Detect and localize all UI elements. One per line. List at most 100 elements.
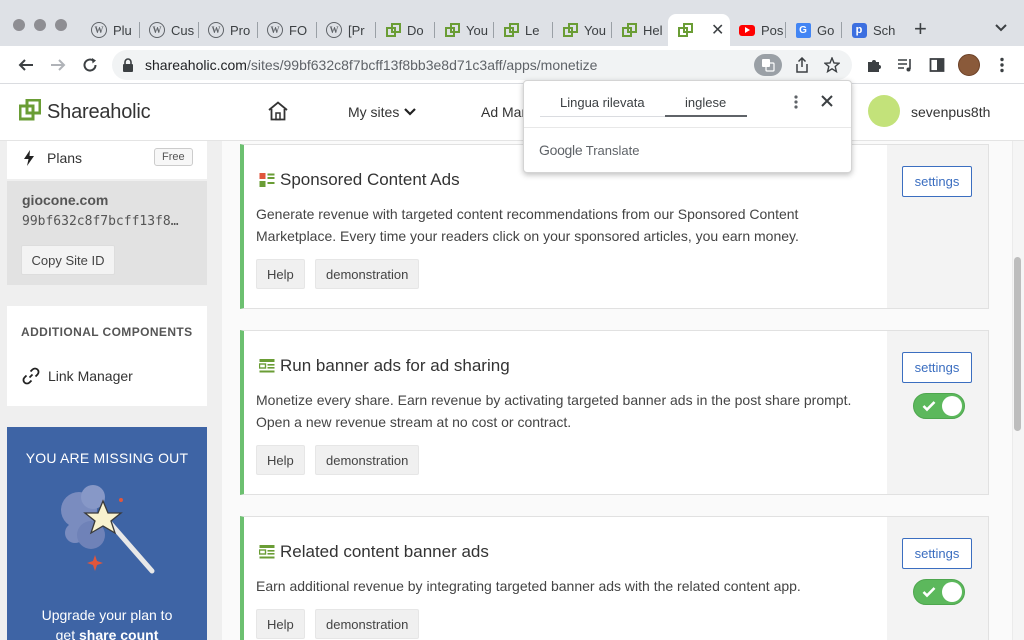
nav-ad-manager[interactable]: Ad Man <box>481 104 529 120</box>
browser-tab[interactable]: W [Pr <box>317 14 376 46</box>
wordpress-icon: W <box>267 22 283 38</box>
demonstration-button[interactable]: demonstration <box>315 259 420 289</box>
p-icon: p <box>851 22 867 38</box>
browser-toolbar: shareaholic.com/sites/99bf632c8f7bcff13f… <box>0 46 1024 84</box>
card-description: Generate revenue with targeted content r… <box>256 206 799 244</box>
bookmark-star-icon[interactable] <box>822 55 842 75</box>
close-icon[interactable] <box>821 94 833 112</box>
promo-heading: YOU ARE MISSING OUT <box>25 450 189 466</box>
shareaholic-icon <box>385 22 401 38</box>
site-header: Shareaholic My sites Ad Man sevenpus8th <box>0 85 1024 141</box>
lock-icon[interactable] <box>122 58 134 77</box>
card-title: Related content banner ads <box>280 542 489 561</box>
site-id: 99bf632c8f7bcff13f8… <box>22 214 179 229</box>
app-card-related-content-banner: Related content banner ads Earn addition… <box>240 516 989 640</box>
sidebar-item-link-manager[interactable]: Link Manager <box>21 366 133 386</box>
copy-site-id-button[interactable]: Copy Site ID <box>21 245 115 275</box>
app-card-banner-ads-sharing: Run banner ads for ad sharing Monetize e… <box>240 330 989 495</box>
google-translate-popup: Lingua rilevata inglese Google Translate <box>523 80 852 173</box>
help-button[interactable]: Help <box>256 609 305 639</box>
wordpress-icon: W <box>91 22 107 38</box>
home-icon[interactable] <box>267 101 289 126</box>
plan-badge: Free <box>154 148 193 166</box>
tab-target-language[interactable]: inglese <box>685 95 726 110</box>
demonstration-button[interactable]: demonstration <box>315 609 420 639</box>
browser-tab[interactable]: G Go <box>786 14 842 46</box>
browser-tab[interactable]: W FO <box>258 14 317 46</box>
close-window-button[interactable] <box>13 19 25 31</box>
google-translate-icon: G <box>795 22 811 38</box>
wordpress-icon: W <box>208 22 224 38</box>
browser-tab[interactable]: p Sch <box>842 14 898 46</box>
browser-tab[interactable]: Hel <box>612 14 668 46</box>
browser-tab[interactable]: You <box>553 14 612 46</box>
logo-text: Shareaholic <box>47 101 151 123</box>
shareaholic-icon <box>562 22 578 38</box>
tab-search-icon[interactable] <box>994 20 1008 38</box>
wordpress-icon: W <box>326 22 342 38</box>
close-tab-icon[interactable]: ✕ <box>711 20 724 40</box>
checkmark-icon <box>922 585 936 603</box>
username[interactable]: sevenpus8th <box>911 104 990 120</box>
browser-tab[interactable]: Pos <box>730 14 786 46</box>
additional-components: ADDITIONAL COMPONENTS Link Manager <box>7 306 207 406</box>
media-controls-icon[interactable] <box>895 55 915 75</box>
tab-detected-language[interactable]: Lingua rilevata <box>560 95 645 110</box>
browser-tab[interactable]: Le <box>494 14 553 46</box>
minimize-window-button[interactable] <box>34 19 46 31</box>
browser-tab[interactable]: W Pro <box>199 14 258 46</box>
help-button[interactable]: Help <box>256 259 305 289</box>
youtube-icon <box>739 22 755 38</box>
back-arrow-icon[interactable] <box>16 55 36 75</box>
more-menu-icon[interactable] <box>992 55 1012 75</box>
sidebar-item-plans[interactable]: Plans Free <box>7 141 207 179</box>
shareaholic-icon <box>503 22 519 38</box>
settings-button[interactable]: settings <box>902 538 972 569</box>
google-translate-brand: Google Translate <box>539 142 640 158</box>
maximize-window-button[interactable] <box>55 19 67 31</box>
translate-page-icon[interactable] <box>754 54 782 76</box>
translate-options-icon[interactable] <box>794 95 798 114</box>
shareaholic-icon <box>677 22 693 38</box>
shareaholic-icon <box>444 22 460 38</box>
demonstration-button[interactable]: demonstration <box>315 445 420 475</box>
browser-tab[interactable]: Do <box>376 14 435 46</box>
share-icon[interactable] <box>792 55 812 75</box>
browser-tab-active[interactable]: ✕ <box>668 14 730 46</box>
magic-wand-illustration <box>55 475 165 590</box>
enable-toggle[interactable] <box>913 579 965 605</box>
help-button[interactable]: Help <box>256 445 305 475</box>
browser-tab[interactable]: You <box>435 14 494 46</box>
site-domain: giocone.com <box>22 192 109 208</box>
forward-arrow-icon[interactable] <box>48 55 68 75</box>
shareaholic-icon <box>621 22 637 38</box>
settings-button[interactable]: settings <box>902 166 972 197</box>
profile-avatar[interactable] <box>958 54 980 76</box>
banner-ads-icon <box>259 358 275 374</box>
user-avatar[interactable] <box>868 95 900 127</box>
card-description: Earn additional revenue by integrating t… <box>256 578 801 594</box>
new-tab-button[interactable]: + <box>914 16 927 42</box>
shareaholic-logo[interactable]: Shareaholic <box>18 98 151 126</box>
settings-button[interactable]: settings <box>902 352 972 383</box>
upgrade-promo: YOU ARE MISSING OUT Upgrade your plan to… <box>7 427 207 640</box>
side-panel-icon[interactable] <box>927 55 947 75</box>
extensions-puzzle-icon[interactable] <box>864 55 884 75</box>
browser-tab[interactable]: W Cus <box>140 14 199 46</box>
wordpress-icon: W <box>149 22 165 38</box>
chevron-down-icon <box>404 108 417 116</box>
sponsored-content-icon <box>259 172 275 188</box>
page-scrollbar-thumb[interactable] <box>1014 257 1021 431</box>
url-text: shareaholic.com/sites/99bf632c8f7bcff13f… <box>145 57 598 73</box>
address-bar[interactable]: shareaholic.com/sites/99bf632c8f7bcff13f… <box>112 50 852 80</box>
card-description: Monetize every share. Earn revenue by ac… <box>256 392 852 430</box>
card-title: Run banner ads for ad sharing <box>280 356 510 375</box>
reload-icon[interactable] <box>80 55 100 75</box>
shareaholic-logo-icon <box>18 98 42 126</box>
nav-my-sites[interactable]: My sites <box>348 104 417 120</box>
enable-toggle[interactable] <box>913 393 965 419</box>
checkmark-icon <box>922 399 936 417</box>
browser-tab[interactable]: W Plu <box>82 14 140 46</box>
link-icon <box>21 366 41 386</box>
lightning-bolt-icon <box>23 150 35 166</box>
